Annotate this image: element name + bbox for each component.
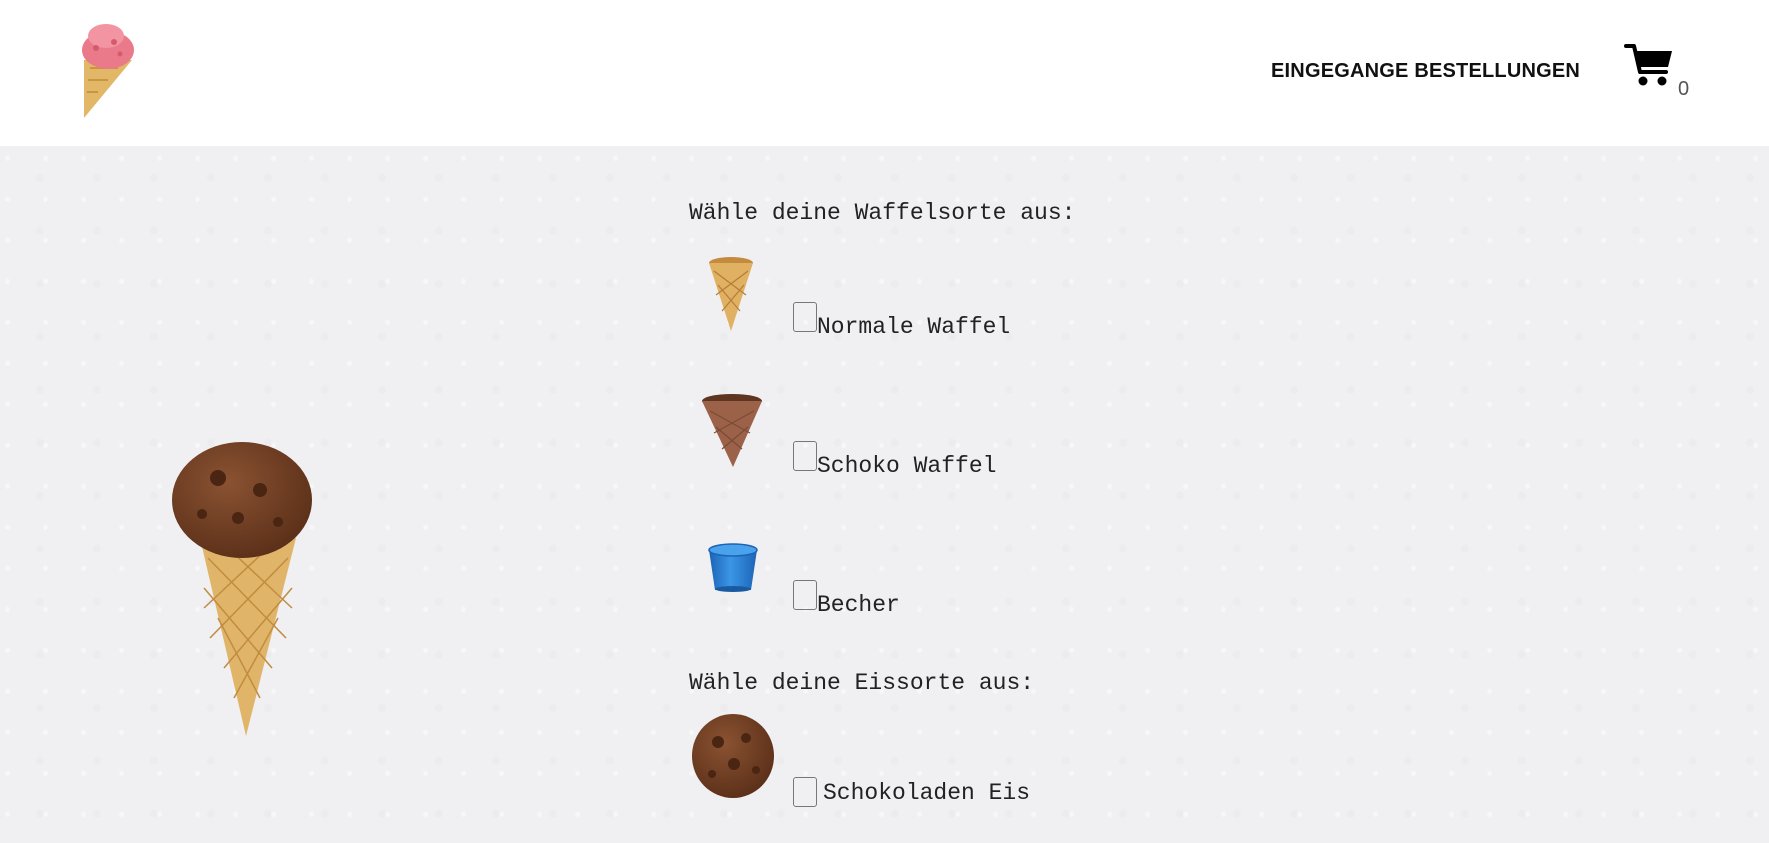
waffle-section-title: Wähle deine Waffelsorte aus:: [689, 200, 1076, 226]
cup-icon: [708, 543, 758, 592]
chocolate-ice-label[interactable]: Schokoladen Eis: [823, 780, 1030, 806]
normal-waffle-checkbox[interactable]: [793, 302, 817, 332]
normal-waffle-label[interactable]: Normale Waffel: [817, 314, 1010, 340]
shopping-cart-icon[interactable]: [1624, 40, 1674, 90]
incoming-orders-link[interactable]: EINGEGANGE BESTELLUNGEN: [1271, 60, 1580, 83]
chocolate-waffle-label[interactable]: Schoko Waffel: [817, 453, 996, 479]
ice-section-title: Wähle deine Eissorte aus:: [689, 670, 1035, 696]
chocolate-ice-cream-cone-image: [172, 442, 312, 736]
chocolate-scoop-icon: [692, 714, 774, 798]
site-header: EINGEGANGE BESTELLUNGEN 0: [0, 0, 1769, 146]
cup-label[interactable]: Becher: [817, 592, 900, 618]
cup-checkbox[interactable]: [793, 580, 817, 610]
chocolate-waffle-cone-icon: [702, 394, 762, 467]
chocolate-ice-checkbox[interactable]: [793, 777, 817, 807]
cart-count: 0: [1678, 78, 1690, 100]
ice-cream-logo-icon[interactable]: [78, 22, 138, 118]
chocolate-waffle-checkbox[interactable]: [793, 441, 817, 471]
plain-waffle-cone-icon: [709, 257, 753, 331]
